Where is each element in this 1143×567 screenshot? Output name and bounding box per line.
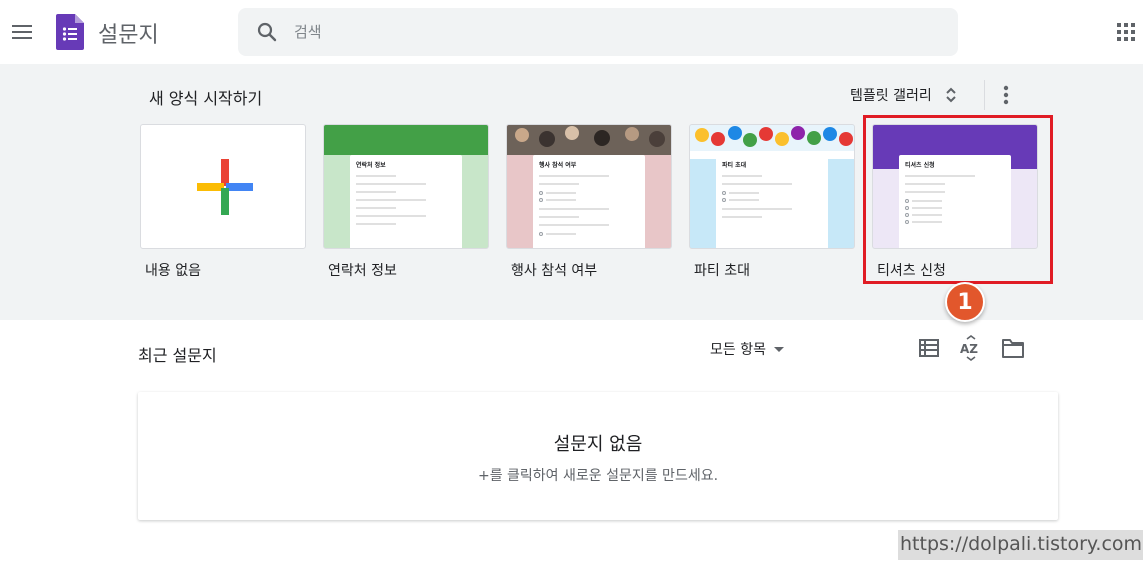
caret-down-icon xyxy=(773,346,784,352)
search-icon[interactable] xyxy=(255,20,279,44)
template-contact-info[interactable]: 연락처 정보 연락처 정보 xyxy=(323,124,489,279)
template-event-rsvp[interactable]: 행사 참석 여부 행사 참석 여부 xyxy=(506,124,672,279)
search-bar[interactable] xyxy=(238,8,958,56)
header-image xyxy=(324,125,488,155)
annotation-highlight-box xyxy=(863,115,1053,284)
owner-filter-dropdown[interactable]: 모든 항목 xyxy=(710,339,784,359)
unfold-more-icon xyxy=(946,87,956,103)
search-input[interactable] xyxy=(294,18,934,46)
preview-title: 연락처 정보 xyxy=(356,162,386,169)
watermark-text: https://dolpali.tistory.com xyxy=(898,530,1143,560)
form-preview: 연락처 정보 xyxy=(350,155,462,248)
template-name: 연락처 정보 xyxy=(328,263,397,279)
gallery-heading: 새 양식 시작하기 xyxy=(149,89,263,108)
template-name: 행사 참석 여부 xyxy=(511,263,598,279)
header-photo xyxy=(507,125,671,155)
plus-icon xyxy=(197,159,253,215)
sort-az-icon[interactable]: AZ xyxy=(958,335,984,361)
form-preview: 행사 참석 여부 xyxy=(533,155,645,248)
template-blank[interactable]: 내용 없음 xyxy=(140,124,306,279)
app-title[interactable]: 설문지 xyxy=(98,17,159,49)
recent-forms-title: 최근 설문지 xyxy=(138,346,217,365)
template-gallery-toggle[interactable]: 템플릿 갤러리 xyxy=(850,78,958,112)
folder-icon[interactable] xyxy=(1001,337,1025,359)
more-options-icon[interactable] xyxy=(994,82,1018,108)
balloons-image xyxy=(690,125,854,159)
template-thumbnail: 파티 초대 xyxy=(689,124,855,249)
forms-logo-icon[interactable] xyxy=(56,14,84,50)
template-thumbnail: 행사 참석 여부 xyxy=(506,124,672,249)
template-thumbnail: 연락처 정보 xyxy=(323,124,489,249)
template-party-invite[interactable]: 파티 초대 파티 초대 xyxy=(689,124,855,279)
form-preview: 파티 초대 xyxy=(716,155,828,248)
empty-state-card: 설문지 없음 +를 클릭하여 새로운 설문지를 만드세요. xyxy=(138,392,1058,520)
preview-title: 파티 초대 xyxy=(722,162,747,169)
empty-state-title: 설문지 없음 xyxy=(553,434,643,455)
list-view-icon[interactable] xyxy=(918,337,940,359)
divider xyxy=(984,80,985,110)
svg-text:AZ: AZ xyxy=(960,342,978,356)
template-name: 내용 없음 xyxy=(145,263,201,279)
template-thumbnail xyxy=(140,124,306,249)
empty-state-subtitle: +를 클릭하여 새로운 설문지를 만드세요. xyxy=(477,468,719,484)
top-bar: 설문지 xyxy=(0,0,1143,64)
apps-grid-icon[interactable] xyxy=(1116,22,1136,42)
preview-title: 행사 참석 여부 xyxy=(539,162,577,169)
template-name: 파티 초대 xyxy=(694,263,750,279)
template-gallery-label: 템플릿 갤러리 xyxy=(850,88,932,104)
main-menu-button[interactable] xyxy=(8,18,36,46)
owner-filter-label: 모든 항목 xyxy=(710,342,766,358)
step-number-badge: 1 xyxy=(945,282,985,322)
